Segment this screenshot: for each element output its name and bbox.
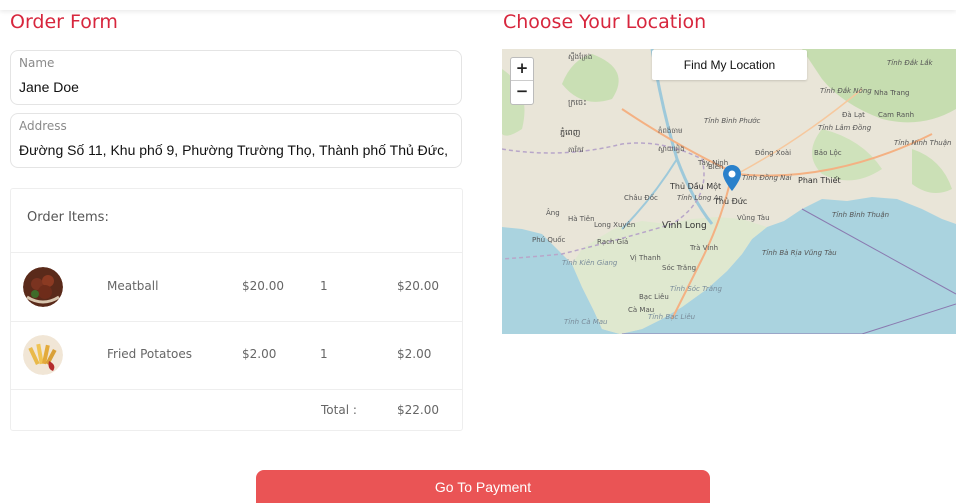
order-items-heading: Order Items: bbox=[27, 210, 109, 225]
map-label: Tỉnh Lâm Đồng bbox=[818, 124, 872, 132]
location-map[interactable]: ស្ទឹងត្រែង ក្រចេះ ភ្នំពេញ កំពង់ចាម ស្វាយ… bbox=[502, 49, 956, 334]
map-pin-icon[interactable] bbox=[723, 165, 741, 191]
item-qty: 1 bbox=[320, 347, 328, 361]
top-bar bbox=[0, 0, 956, 10]
zoom-control: + − bbox=[510, 57, 534, 105]
item-subtotal: $20.00 bbox=[397, 279, 439, 293]
map-label: Vị Thanh bbox=[630, 254, 661, 262]
map-label: Đà Lạt bbox=[842, 111, 865, 119]
map-label: Hà Tiên bbox=[568, 215, 595, 223]
order-total-row: Total : $22.00 bbox=[11, 389, 462, 431]
map-label: Tỉnh Bà Rịa Vũng Tàu bbox=[762, 249, 837, 257]
map-label: Cam Ranh bbox=[878, 111, 915, 119]
address-input[interactable]: Đường Số 11, Khu phố 9, Phường Trường Th… bbox=[19, 142, 459, 158]
item-qty: 1 bbox=[320, 279, 328, 293]
go-to-payment-button[interactable]: Go To Payment bbox=[256, 470, 710, 503]
name-field[interactable]: Name Jane Doe bbox=[10, 50, 462, 105]
map-label: តាកែវ bbox=[568, 146, 584, 154]
map-label: Nha Trang bbox=[874, 89, 910, 97]
map-label: Tỉnh Kiên Giang bbox=[562, 259, 618, 267]
map-label: Âng bbox=[546, 209, 560, 217]
map-label: Châu Đốc bbox=[624, 194, 658, 202]
location-title: Choose Your Location bbox=[503, 11, 707, 33]
zoom-in-button[interactable]: + bbox=[511, 58, 533, 81]
map-label: Bạc Liêu bbox=[639, 293, 669, 301]
map-label: Biên bbox=[708, 163, 724, 171]
order-item-row: Fried Potatoes $2.00 1 $2.00 bbox=[11, 321, 462, 390]
map-label: Phú Quốc bbox=[532, 236, 566, 244]
order-items-header: Order Items: bbox=[11, 189, 462, 253]
map-label: Rạch Giá bbox=[597, 238, 629, 246]
item-name: Fried Potatoes bbox=[107, 347, 193, 361]
map-label: Tỉnh Đắk Nông bbox=[820, 87, 872, 95]
address-field[interactable]: Address Đường Số 11, Khu phố 9, Phường T… bbox=[10, 113, 462, 168]
map-label: Sóc Trăng bbox=[662, 264, 697, 272]
map-label: Tỉnh Long An bbox=[677, 194, 723, 202]
zoom-out-button[interactable]: − bbox=[511, 81, 533, 103]
map-label: កំពង់ចាម bbox=[658, 127, 683, 135]
map-label: Vĩnh Long bbox=[662, 221, 707, 231]
order-items-card: Order Items: Meatball $20.00 1 $20.00 Fr… bbox=[10, 188, 463, 431]
item-price: $20.00 bbox=[242, 279, 284, 293]
item-price: $2.00 bbox=[242, 347, 277, 361]
map-label: Long Xuyên bbox=[594, 221, 636, 229]
meatball-dish-icon bbox=[23, 267, 63, 307]
address-label: Address bbox=[19, 119, 67, 133]
map-label: Tỉnh Đồng Nai bbox=[742, 174, 792, 182]
order-form-title: Order Form bbox=[10, 11, 118, 33]
name-input[interactable]: Jane Doe bbox=[19, 79, 459, 95]
item-name: Meatball bbox=[107, 279, 159, 293]
map-label: Bảo Lộc bbox=[814, 149, 842, 157]
map-labels: ស្ទឹងត្រែង ក្រចេះ ភ្នំពេញ កំពង់ចាម ស្វាយ… bbox=[502, 49, 956, 334]
map-label: ក្រចេះ bbox=[568, 98, 587, 107]
map-label: Phan Thiết bbox=[798, 176, 841, 185]
item-subtotal: $2.00 bbox=[397, 347, 432, 361]
map-label: Vũng Tàu bbox=[737, 214, 770, 222]
map-label: Tỉnh Sóc Trăng bbox=[670, 285, 722, 293]
map-label: Đồng Xoài bbox=[755, 149, 792, 157]
map-label: Tỉnh Bình Thuận bbox=[832, 211, 890, 219]
order-item-row: Meatball $20.00 1 $20.00 bbox=[11, 253, 462, 322]
map-label: ភ្នំពេញ bbox=[560, 128, 581, 137]
map-label: ស្ទឹងត្រែង bbox=[568, 53, 593, 61]
total-value: $22.00 bbox=[397, 403, 439, 417]
total-label: Total : bbox=[321, 403, 357, 417]
name-label: Name bbox=[19, 56, 55, 70]
map-label: Tỉnh Bình Phước bbox=[704, 117, 761, 125]
find-my-location-button[interactable]: Find My Location bbox=[652, 50, 807, 80]
map-label: Tỉnh Cà Mau bbox=[564, 318, 608, 326]
map-label: ស្វាយរៀង bbox=[658, 145, 685, 153]
fried-potatoes-dish-icon bbox=[23, 335, 63, 375]
map-label: Trà Vinh bbox=[690, 244, 719, 252]
map-label: Tỉnh Bạc Liêu bbox=[648, 313, 696, 321]
map-label: Thủ Dầu Một bbox=[670, 182, 722, 191]
map-label: Tỉnh Đắk Lắk bbox=[887, 59, 933, 67]
map-label: Tỉnh Ninh Thuận bbox=[894, 139, 952, 147]
